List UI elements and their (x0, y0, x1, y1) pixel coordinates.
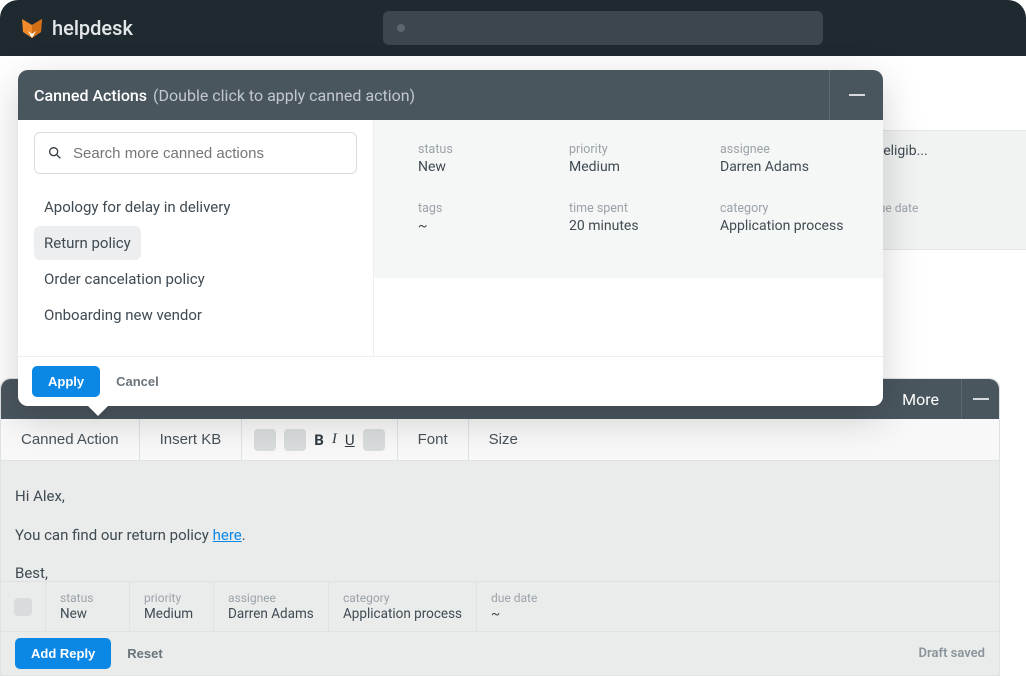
canned-action-tool[interactable]: Canned Action (1, 419, 140, 460)
global-search-input[interactable] (383, 11, 823, 45)
label: time spent (569, 201, 710, 216)
label: status (60, 591, 115, 605)
popover-caret (88, 406, 108, 416)
reply-editor-panel: More Canned Action Insert KB B I U Font … (0, 378, 1000, 676)
popover-subtitle: (Double click to apply canned action) (153, 86, 415, 105)
editor-text: . (242, 526, 246, 544)
label: due date (491, 591, 985, 605)
underline-button[interactable]: U (345, 431, 355, 449)
editor-toolbar: Canned Action Insert KB B I U Font Size (1, 419, 999, 461)
preview-status: status New (418, 142, 559, 175)
app-name: helpdesk (52, 16, 133, 40)
popover-left-pane: Apology for delay in delivery Return pol… (18, 120, 373, 356)
popover-header: Canned Actions (Double click to apply ca… (18, 70, 883, 120)
canned-action-search[interactable] (34, 132, 357, 174)
label: category (343, 591, 462, 605)
meta-assignee[interactable]: assignee Darren Adams (213, 582, 328, 631)
popover-body: Apology for delay in delivery Return pol… (18, 120, 883, 356)
ticket-due-date-value: ~ (872, 217, 1026, 233)
format-placeholder-icon[interactable] (363, 429, 385, 451)
size-tool[interactable]: Size (469, 419, 538, 460)
value: New (418, 159, 559, 175)
ticket-due-date-label: due date (872, 201, 1026, 215)
meta-checkbox[interactable] (1, 582, 45, 631)
label: priority (569, 142, 710, 157)
value: 20 minutes (569, 218, 710, 234)
italic-button[interactable]: I (332, 431, 337, 448)
value: Darren Adams (228, 606, 314, 622)
popover-preview-grid: status New priority Medium assignee Darr… (373, 120, 883, 278)
editor-footer: Add Reply Reset Draft saved (1, 631, 999, 675)
canned-action-search-input[interactable] (73, 145, 344, 162)
return-policy-link[interactable]: here (213, 526, 242, 544)
label: priority (144, 591, 199, 605)
meta-priority[interactable]: priority Medium (129, 582, 213, 631)
popover-footer: Apply Cancel (18, 356, 883, 406)
bold-button[interactable]: B (314, 431, 324, 449)
insert-kb-tool[interactable]: Insert KB (140, 419, 243, 460)
preview-category: category Application process (720, 201, 861, 234)
label: assignee (720, 142, 861, 157)
format-placeholder-icon[interactable] (254, 429, 276, 451)
value: ~ (418, 218, 559, 234)
preview-time-spent: time spent 20 minutes (569, 201, 710, 234)
search-icon (47, 145, 63, 161)
value: Application process (720, 218, 861, 234)
editor-body[interactable]: Hi Alex, You can find our return policy … (1, 461, 999, 581)
canned-action-item[interactable]: Return policy (34, 226, 141, 260)
checkbox-icon (14, 598, 32, 616)
value: Darren Adams (720, 159, 861, 175)
format-group: B I U (242, 419, 397, 460)
helpdesk-logo-icon (20, 16, 44, 40)
preview-assignee: assignee Darren Adams (720, 142, 861, 175)
popover-title: Canned Actions (18, 86, 147, 105)
canned-actions-popover: Canned Actions (Double click to apply ca… (18, 70, 883, 406)
popover-right-pane: status New priority Medium assignee Darr… (373, 120, 883, 356)
editor-text: You can find our return policy (15, 526, 213, 544)
ticket-subject: n eligib... (872, 143, 1022, 159)
editor-collapse-button[interactable] (961, 379, 999, 419)
meta-status[interactable]: status New (45, 582, 129, 631)
app-header: helpdesk (0, 0, 1026, 56)
value: New (60, 606, 115, 622)
label: status (418, 142, 559, 157)
draft-saved-status: Draft saved (919, 646, 985, 661)
value: Medium (569, 159, 710, 175)
meta-category[interactable]: category Application process (328, 582, 476, 631)
canned-action-item[interactable]: Onboarding new vendor (34, 298, 212, 332)
value: Application process (343, 606, 462, 622)
editor-more-button[interactable]: More (902, 390, 939, 409)
editor-line-2: You can find our return policy here. (15, 524, 983, 547)
canned-action-item[interactable]: Order cancelation policy (34, 262, 215, 296)
editor-meta-strip: status New priority Medium assignee Darr… (1, 581, 999, 631)
ticket-row-partial[interactable]: n eligib... due date ~ (866, 130, 1026, 250)
editor-line-greeting: Hi Alex, (15, 485, 983, 508)
logo-wrap: helpdesk (20, 16, 133, 40)
popover-collapse-button[interactable] (829, 70, 883, 120)
font-tool[interactable]: Font (398, 419, 469, 460)
meta-due-date[interactable]: due date ~ (476, 582, 999, 631)
label: tags (418, 201, 559, 216)
label: assignee (228, 591, 314, 605)
minus-icon (849, 94, 865, 96)
minus-icon (973, 398, 989, 400)
value: ~ (491, 606, 985, 622)
reset-button[interactable]: Reset (127, 646, 162, 661)
search-placeholder-icon (397, 24, 405, 32)
canned-action-item[interactable]: Apology for delay in delivery (34, 190, 241, 224)
canned-action-list: Apology for delay in delivery Return pol… (34, 190, 357, 332)
apply-button[interactable]: Apply (32, 366, 100, 397)
format-placeholder-icon[interactable] (284, 429, 306, 451)
preview-priority: priority Medium (569, 142, 710, 175)
preview-tags: tags ~ (418, 201, 559, 234)
value: Medium (144, 606, 199, 622)
label: category (720, 201, 861, 216)
popover-preview-body (373, 278, 883, 356)
cancel-button[interactable]: Cancel (116, 374, 159, 389)
add-reply-button[interactable]: Add Reply (15, 638, 111, 669)
